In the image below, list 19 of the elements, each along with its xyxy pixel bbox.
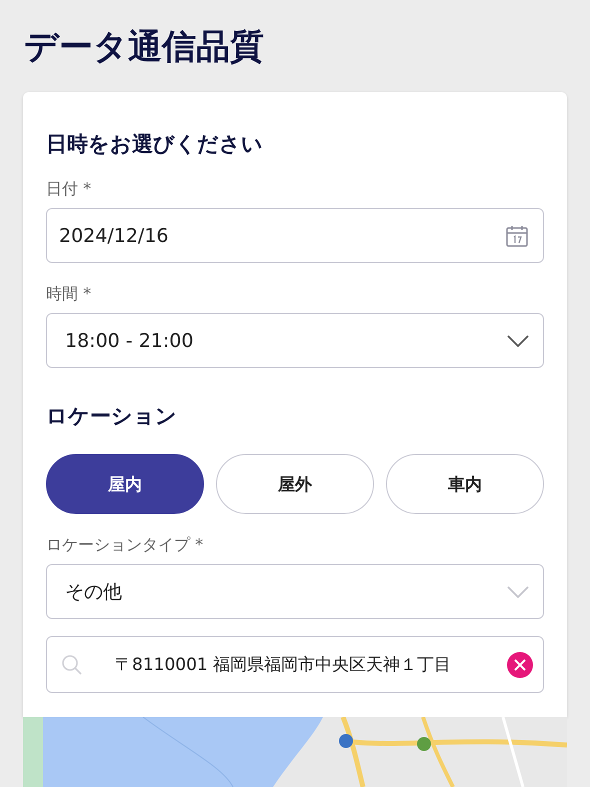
chevron-down-icon	[507, 334, 529, 346]
search-icon	[61, 654, 83, 676]
date-field[interactable]: 2024/12/16	[46, 208, 544, 263]
location-option[interactable]: 屋内	[46, 454, 204, 514]
location-type-select[interactable]: その他	[46, 564, 544, 619]
field-label: 時間 *	[46, 283, 92, 305]
close-icon	[514, 658, 526, 670]
section-heading: ロケーション	[46, 403, 178, 430]
chevron-down-icon	[507, 586, 529, 598]
location-option[interactable]: 車内	[386, 454, 544, 514]
section-heading: 日時をお選びください	[46, 131, 264, 158]
field-label: 日付 *	[46, 178, 92, 200]
address-search-field[interactable]: 〒8110001 福岡県福岡市中央区天神１丁目	[46, 636, 544, 693]
page-title: データ通信品質	[23, 26, 265, 69]
field-label: ロケーションタイプ *	[46, 534, 204, 556]
clear-button[interactable]	[507, 652, 533, 678]
location-option[interactable]: 屋外	[216, 454, 374, 514]
time-select[interactable]: 18:00 - 21:00	[46, 313, 544, 368]
calendar-icon[interactable]	[505, 224, 529, 248]
